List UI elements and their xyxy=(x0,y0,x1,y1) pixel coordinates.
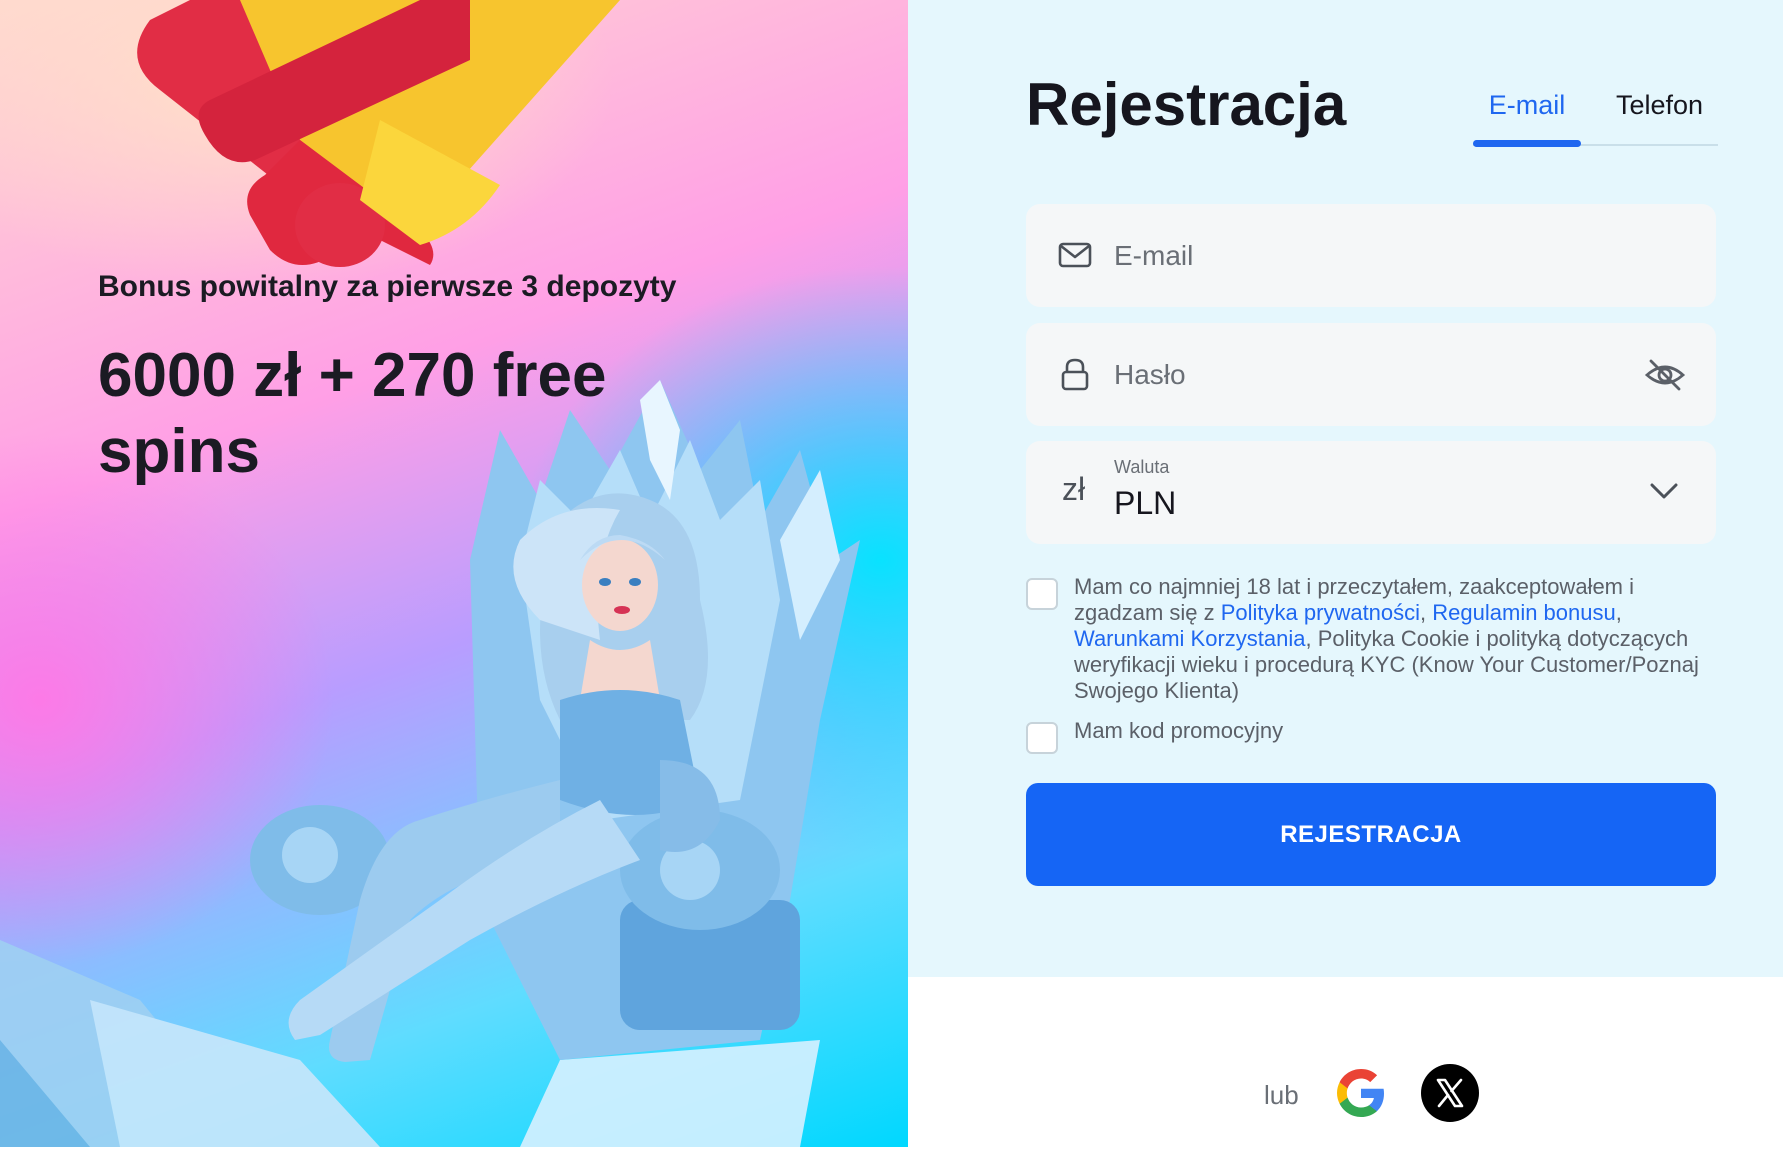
promo-banner: Bonus powitalny za pierwsze 3 depozyty 6… xyxy=(0,0,908,1147)
email-field[interactable] xyxy=(1026,204,1716,307)
terms-separator: , xyxy=(1615,600,1622,625)
x-icon xyxy=(1436,1078,1464,1108)
privacy-policy-link[interactable]: Polityka prywatności xyxy=(1221,600,1420,625)
terms-of-use-link[interactable]: Warunkami Korzystania xyxy=(1074,626,1305,651)
registration-panel: Rejestracja E-mail Telefon zł Waluta PLN xyxy=(908,0,1783,977)
promo-code-checkbox[interactable] xyxy=(1026,722,1058,754)
promo-subtitle: Bonus powitalny za pierwsze 3 depozyty xyxy=(98,270,677,303)
email-input[interactable] xyxy=(1114,226,1614,286)
hero-illustration xyxy=(0,0,860,1147)
currency-symbol: zł xyxy=(1062,471,1086,507)
promo-title: 6000 zł + 270 free spins xyxy=(98,341,607,486)
password-input[interactable] xyxy=(1114,345,1614,405)
eye-off-icon[interactable] xyxy=(1644,357,1686,393)
chevron-down-icon[interactable] xyxy=(1648,479,1680,503)
or-label: lub xyxy=(1264,1080,1299,1110)
register-button[interactable]: REJESTRACJA xyxy=(1026,783,1716,886)
terms-text: Mam co najmniej 18 lat i przeczytałem, z… xyxy=(1074,574,1724,704)
x-button[interactable] xyxy=(1421,1064,1479,1122)
page-title: Rejestracja xyxy=(1026,71,1347,138)
registration-method-tabs: E-mail Telefon xyxy=(1473,82,1718,147)
currency-value: PLN xyxy=(1114,485,1177,521)
terms-separator: , xyxy=(1420,600,1433,625)
tab-phone[interactable]: Telefon xyxy=(1601,90,1718,121)
active-tab-indicator xyxy=(1473,140,1581,147)
bonus-terms-link[interactable]: Regulamin bonusu xyxy=(1432,600,1615,625)
lock-icon xyxy=(1061,358,1089,391)
terms-checkbox[interactable] xyxy=(1026,578,1058,610)
currency-select[interactable]: zł Waluta PLN xyxy=(1026,441,1716,544)
currency-label: Waluta xyxy=(1114,457,1170,477)
promo-code-label: Mam kod promocyjny xyxy=(1074,718,1284,743)
social-login: lub xyxy=(1262,1064,1582,1124)
brand-ribbon-logo xyxy=(137,0,620,267)
google-icon[interactable] xyxy=(1332,1064,1390,1122)
tab-email[interactable]: E-mail xyxy=(1473,90,1581,121)
password-field[interactable] xyxy=(1026,323,1716,426)
mail-icon xyxy=(1058,242,1092,268)
